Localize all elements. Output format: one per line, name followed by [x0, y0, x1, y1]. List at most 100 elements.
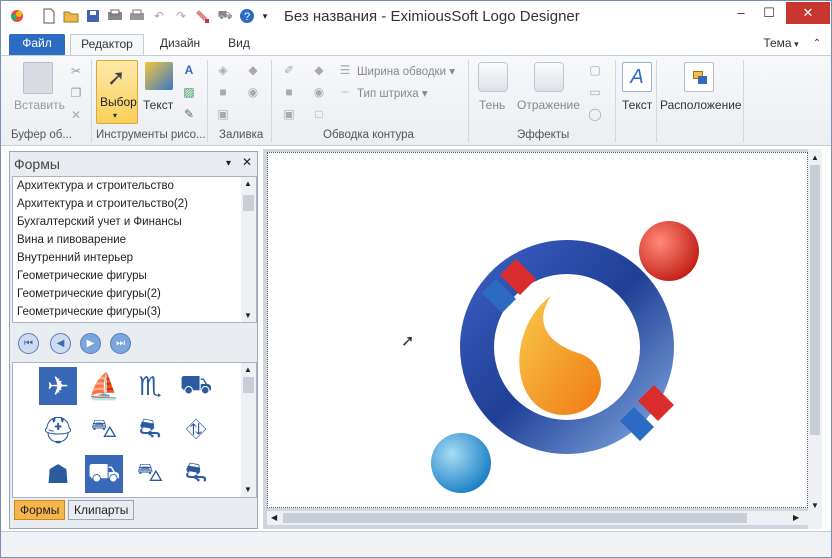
app-logo-icon[interactable] [9, 8, 25, 24]
cart-icon[interactable]: ⛟ [217, 8, 233, 24]
airplane-icon[interactable]: ✈ [39, 367, 77, 405]
open-icon[interactable] [63, 8, 79, 24]
theme-menu[interactable]: Тема ▾ [757, 34, 805, 55]
reflection-button[interactable]: Отражение [517, 98, 580, 112]
tab-view[interactable]: Вид [217, 34, 261, 55]
helmet-icon[interactable]: ⛑ [39, 411, 77, 449]
scroll-right-icon[interactable]: ▶ [793, 513, 799, 522]
quick-access-menu-icon[interactable]: ▾ [257, 8, 273, 24]
undo-icon[interactable]: ↶ [151, 8, 167, 24]
nav-first-button[interactable]: ⏮ [18, 333, 39, 354]
tab-editor[interactable]: Редактор [70, 34, 144, 55]
motorcycle-icon[interactable]: ⛗ [177, 411, 215, 449]
list-item[interactable]: Вина и пивоварение [17, 234, 126, 246]
ribbon-collapse-icon[interactable]: ⌃ [807, 34, 827, 55]
scrollbar-thumb[interactable] [243, 195, 254, 211]
new-icon[interactable] [41, 8, 57, 24]
fill-image-icon[interactable]: ▣ [215, 106, 231, 122]
category-scrollbar[interactable]: ▲ ▼ [241, 177, 256, 322]
stroke-solid-icon[interactable]: ■ [281, 84, 297, 100]
sports-car-icon[interactable]: ⛐ [131, 411, 169, 449]
helmet2-icon[interactable]: ☗ [39, 455, 77, 493]
scrollbar-thumb[interactable] [283, 513, 747, 523]
stroke-type-button[interactable]: Тип штриха ▾ [357, 86, 428, 100]
truck-icon[interactable]: ⛟ [177, 367, 215, 405]
effect-rect-icon[interactable]: ▭ [587, 84, 603, 100]
car-front-icon[interactable]: ⛟ [85, 455, 123, 493]
tab-shapes[interactable]: Формы [14, 500, 66, 520]
list-item[interactable]: Внутренний интерьер [17, 252, 133, 264]
panel-menu-icon[interactable]: ▾ [226, 158, 231, 169]
stroke-gradient-icon[interactable]: ◆ [311, 62, 327, 78]
close-button[interactable]: ✕ [786, 2, 830, 24]
stroke-radial-icon[interactable]: ◉ [311, 84, 327, 100]
scroll-up-icon[interactable]: ▲ [811, 153, 819, 162]
scroll-down-icon[interactable]: ▼ [244, 485, 252, 494]
list-item[interactable]: Архитектура и строительство [17, 180, 174, 192]
minimize-button[interactable]: ‒ [728, 2, 754, 24]
ribbon-separator [91, 60, 92, 142]
tab-cliparts[interactable]: Клипарты [68, 500, 135, 520]
save-icon[interactable] [85, 8, 101, 24]
stroke-none-icon[interactable]: □ [311, 106, 327, 122]
list-item[interactable]: Геометрические фигуры [17, 270, 147, 282]
logo-artwork[interactable] [268, 153, 809, 509]
cut-icon[interactable]: ✂ [68, 63, 84, 79]
scroll-up-icon[interactable]: ▲ [244, 365, 252, 374]
list-item[interactable]: Геометрические фигуры(3) [17, 306, 161, 318]
scroll-down-icon[interactable]: ▼ [244, 311, 252, 320]
font-icon[interactable]: A [181, 62, 197, 78]
stroke-width-button[interactable]: Ширина обводки ▾ [357, 64, 455, 78]
tab-file[interactable]: Файл [9, 34, 65, 55]
fill-color-icon[interactable]: ◈ [215, 62, 231, 78]
stroke-width-icon[interactable]: ☰ [337, 62, 353, 78]
redo-icon[interactable]: ↷ [173, 8, 189, 24]
scrollbar-thumb[interactable] [243, 377, 254, 393]
paste-button[interactable]: Вставить [14, 98, 65, 112]
nav-last-button[interactable]: ⏭ [110, 333, 131, 354]
pen-icon[interactable]: ✎ [181, 106, 197, 122]
arrange-button[interactable]: Расположение [660, 98, 742, 112]
gallery-scrollbar[interactable]: ▲ ▼ [241, 363, 256, 497]
scroll-down-icon[interactable]: ▼ [811, 501, 819, 510]
canvas-vertical-scrollbar[interactable]: ▲ ▼ [808, 149, 822, 529]
help-icon[interactable]: ? [239, 8, 255, 24]
effect-circle-icon[interactable]: ◯ [587, 106, 603, 122]
scrollbar-thumb[interactable] [810, 165, 820, 435]
fill-radial-icon[interactable]: ◉ [245, 84, 261, 100]
text-button[interactable]: Текст [622, 98, 652, 112]
race-car-icon[interactable]: ⛍ [131, 455, 169, 493]
scroll-up-icon[interactable]: ▲ [244, 179, 252, 188]
title-bar: ↶ ↷ ⛟ ? ▾ Без названия - EximiousSoft Lo… [1, 1, 831, 32]
fill-solid-icon[interactable]: ■ [215, 84, 231, 100]
text-tool-button[interactable]: Текст [143, 98, 173, 112]
car-icon[interactable]: ⛍ [85, 411, 123, 449]
formula-car-icon[interactable]: ⛐ [177, 455, 215, 493]
canvas-horizontal-scrollbar[interactable]: ◀ ▶ [267, 511, 808, 525]
list-item[interactable]: Геометрические фигуры(2) [17, 288, 161, 300]
stroke-type-icon[interactable]: ┄ [337, 84, 353, 100]
shadow-button[interactable]: Тень [479, 98, 505, 112]
nav-next-button[interactable]: ▶ [80, 333, 101, 354]
list-item[interactable]: Бухгалтерский учет и Финансы [17, 216, 182, 228]
select-tool-button[interactable]: ➚ Выбор ▾ [96, 60, 138, 124]
print-preview-icon[interactable] [107, 8, 123, 24]
delete-icon[interactable]: ✕ [68, 107, 84, 123]
boat-icon[interactable]: ⛵ [85, 367, 123, 405]
nav-prev-button[interactable]: ◀ [50, 333, 71, 354]
image-icon[interactable]: ▨ [181, 84, 197, 100]
print-icon[interactable] [129, 8, 145, 24]
tab-design[interactable]: Дизайн [151, 34, 209, 55]
design-canvas[interactable]: ➚ [267, 152, 808, 508]
paint-icon[interactable] [195, 8, 211, 24]
list-item[interactable]: Архитектура и строительство(2) [17, 198, 188, 210]
scorpion-icon[interactable]: ♏ [131, 367, 169, 405]
copy-icon[interactable]: ❐ [68, 85, 84, 101]
stroke-color-icon[interactable]: ✐ [281, 62, 297, 78]
scroll-left-icon[interactable]: ◀ [271, 513, 277, 522]
maximize-button[interactable]: ☐ [756, 2, 782, 24]
panel-close-icon[interactable]: ✕ [242, 155, 252, 169]
effect-square-icon[interactable]: ▢ [587, 62, 603, 78]
fill-gradient-icon[interactable]: ◆ [245, 62, 261, 78]
stroke-image-icon[interactable]: ▣ [281, 106, 297, 122]
